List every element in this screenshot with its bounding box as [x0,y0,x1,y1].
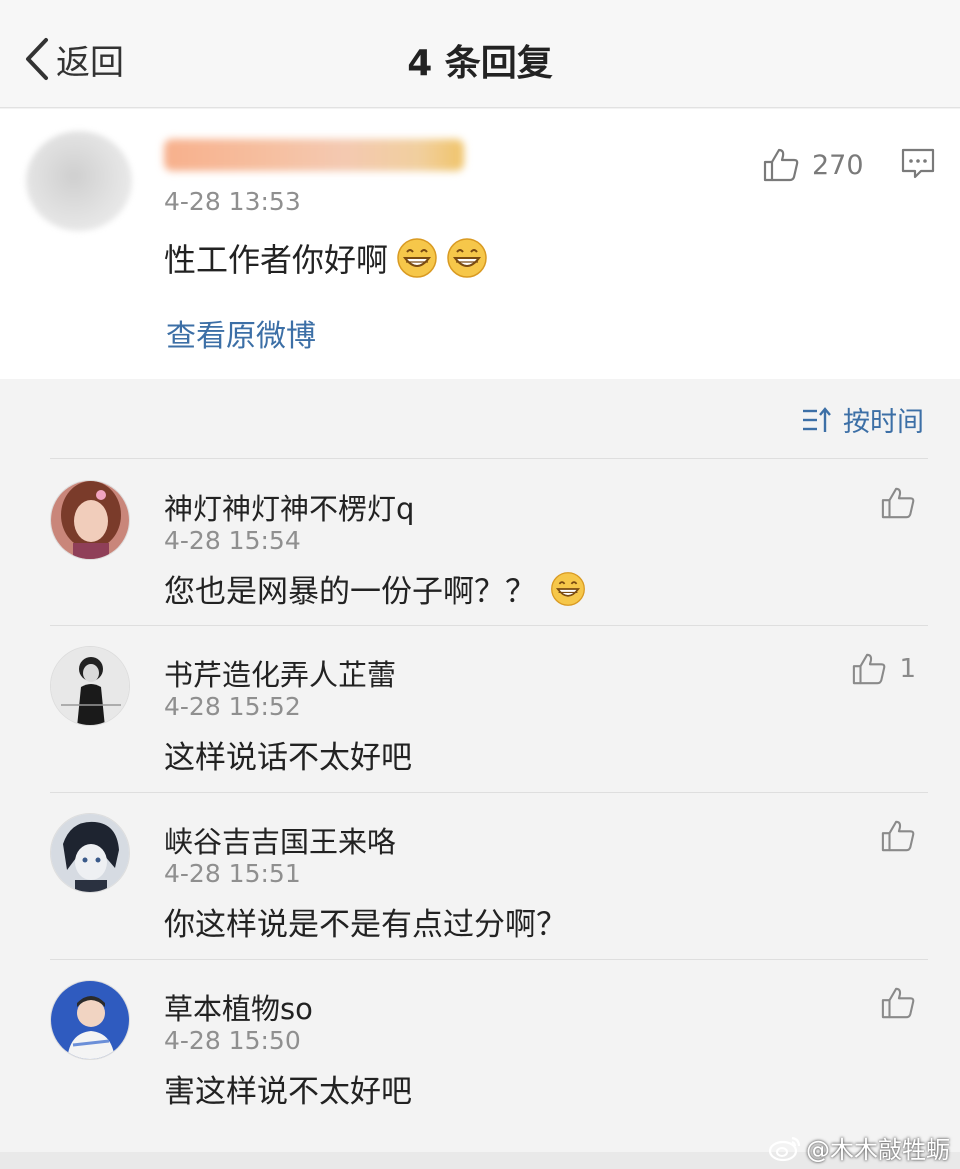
reply-time: 4-28 15:50 [164,1026,301,1055]
thumbs-up-icon [853,653,886,685]
reply-username[interactable]: 书芹造化弄人芷蕾 [164,652,396,694]
sort-by-time-button[interactable]: 按时间 [801,400,924,439]
reply-like-button[interactable] [880,819,916,853]
reply-username[interactable]: 草本植物so [164,986,313,1028]
reply-username[interactable]: 神灯神灯神不楞灯q [164,486,414,528]
avatar[interactable] [50,646,130,726]
watermark: @木木敲牲蛎 [768,1130,950,1165]
reply-text: 你这样说是不是有点过分啊？ [164,907,567,943]
nav-bar: 返回 4 条回复 [0,0,960,108]
grin-emoji-icon [397,238,437,278]
sort-label: 按时间 [843,407,924,438]
view-original-link[interactable]: 查看原微博 [166,311,316,355]
weibo-logo-icon [768,1136,801,1161]
comment-button[interactable] [900,147,936,185]
reply-username[interactable]: 峡谷吉吉国王来咯 [164,819,396,861]
original-like-button[interactable]: 270 [762,147,864,183]
reply-like-count: 1 [899,654,916,684]
divider [50,458,928,459]
avatar[interactable] [50,813,130,893]
reply-time: 4-28 15:51 [164,859,301,888]
avatar-blurred[interactable] [26,131,132,231]
original-text-row: 性工作者你好啊 [164,235,488,281]
sort-icon [803,406,831,432]
thumbs-up-icon [881,820,915,852]
reply-like-button[interactable]: 1 [851,652,916,686]
original-time: 4-28 13:53 [164,187,301,216]
grin-emoji-icon [447,238,487,278]
thumbs-up-icon [763,148,799,182]
reply-item: 神灯神灯神不楞灯q 4-28 15:54 您也是网暴的一份子啊？？ [0,460,960,626]
reply-time: 4-28 15:54 [164,526,301,555]
reply-time: 4-28 15:52 [164,692,301,721]
comment-icon [901,148,935,179]
reply-text-row: 您也是网暴的一份子啊？？ [164,566,586,611]
page-title: 4 条回复 [407,43,553,84]
thumbs-up-icon [881,987,915,1019]
thumbs-up-icon [881,487,915,519]
reply-item: 书芹造化弄人芷蕾 4-28 15:52 这样说话不太好吧 1 [0,626,960,792]
username-blurred[interactable] [164,139,464,171]
original-text: 性工作者你好啊 [164,241,389,279]
reply-text: 这样说话不太好吧 [164,740,412,776]
reply-like-button[interactable] [880,486,916,520]
original-comment: 4-28 13:53 性工作者你好啊 查看原微博 270 [0,109,960,379]
reply-text: 害这样说不太好吧 [164,1074,412,1110]
avatar[interactable] [50,980,130,1060]
avatar[interactable] [50,480,130,560]
reply-text: 您也是网暴的一份子啊？？ [164,574,536,610]
reply-like-button[interactable] [880,986,916,1020]
grin-emoji-icon [551,571,585,606]
reply-item: 草本植物so 4-28 15:50 害这样说不太好吧 [0,960,960,1126]
watermark-text: @木木敲牲蛎 [806,1136,950,1164]
reply-item: 峡谷吉吉国王来咯 4-28 15:51 你这样说是不是有点过分啊？ [0,793,960,959]
original-like-count: 270 [812,149,864,181]
